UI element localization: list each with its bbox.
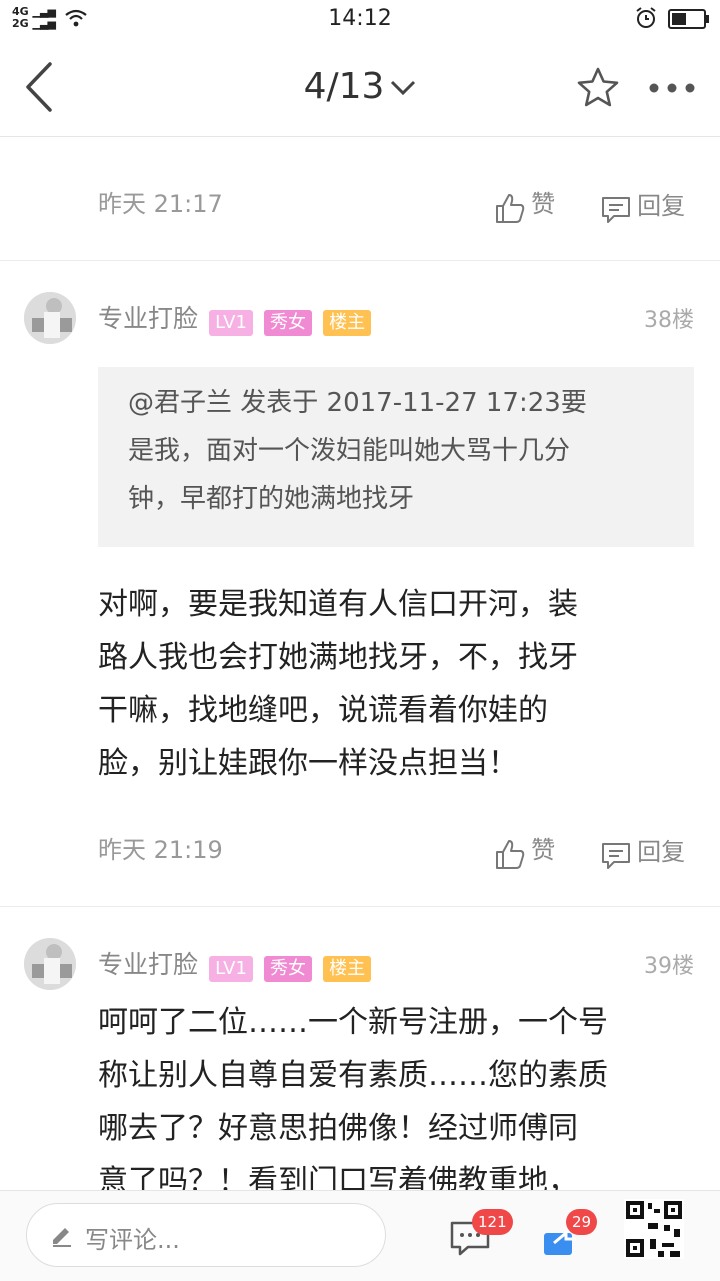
comment-placeholder: 写评论... <box>85 1226 180 1254</box>
comment-count-badge: 121 <box>472 1209 513 1235</box>
share-button[interactable]: 29 <box>540 1209 600 1265</box>
avatar[interactable] <box>24 292 76 344</box>
reply-button[interactable]: 回复 <box>600 186 685 226</box>
avatar-image <box>24 292 76 344</box>
alarm-icon <box>636 7 656 28</box>
like-label: 赞 <box>531 190 556 218</box>
like-button[interactable]: 赞 <box>494 830 555 870</box>
body-line: 对啊，要是我知道有人信口开河，装 <box>98 587 578 622</box>
body-line: 称让别人自尊自爱有素质……您的素质 <box>98 1058 608 1093</box>
level-badge: LV1 <box>209 309 253 336</box>
pencil-icon <box>53 1228 71 1247</box>
post-time: 昨天 21:17 <box>98 190 223 218</box>
page-counter-label: 4/13 <box>303 66 385 107</box>
quote-line: 是我，面对一个泼妇能叫她大骂十几分 <box>128 436 571 466</box>
status-time: 14:12 <box>328 6 392 31</box>
reply-label: 回复 <box>637 192 686 220</box>
nav-bar: 4/13 <box>0 38 720 137</box>
comments-button[interactable]: 121 <box>448 1209 513 1265</box>
like-label: 赞 <box>531 836 556 864</box>
floor-number: 39楼 <box>644 954 694 979</box>
op-badge: 楼主 <box>323 309 372 336</box>
username[interactable]: 专业打脸 <box>98 950 198 979</box>
op-badge: 楼主 <box>323 955 372 982</box>
bottom-bar: 写评论... 121 29 <box>0 1190 720 1281</box>
thumbs-up-icon <box>496 193 525 223</box>
avatar-image <box>24 938 76 990</box>
comment-icon <box>602 196 630 223</box>
qr-code-icon[interactable] <box>624 1199 684 1259</box>
title-badge: 秀女 <box>264 955 313 982</box>
level-badge: LV1 <box>209 955 253 982</box>
reply-button[interactable]: 回复 <box>600 832 685 872</box>
battery-icon <box>668 9 709 29</box>
user-row: 专业打脸 LV1 秀女 楼主 <box>98 299 372 336</box>
body-line: 路人我也会打她满地找牙，不，找牙 <box>98 640 578 675</box>
thumbs-up-icon <box>496 839 525 869</box>
comment-input[interactable]: 写评论... <box>26 1203 386 1267</box>
body-line: 哪去了？好意思拍佛像！经过师傅同 <box>98 1111 578 1146</box>
title-badge: 秀女 <box>264 309 313 336</box>
username[interactable]: 专业打脸 <box>98 304 198 333</box>
avatar[interactable] <box>24 938 76 990</box>
quoted-reply[interactable]: @君子兰 发表于 2017-11-27 17:23要 是我，面对一个泼妇能叫她大… <box>98 367 694 547</box>
quote-line: 钟，早都打的她满地找牙 <box>128 484 415 514</box>
divider <box>0 260 720 261</box>
quote-line: @君子兰 发表于 2017-11-27 17:23要 <box>128 388 587 418</box>
post-body: 呵呵了二位……一个新号注册，一个号 称让别人自尊自爱有素质……您的素质 哪去了？… <box>98 996 698 1208</box>
floor-number: 38楼 <box>644 308 694 333</box>
divider <box>0 906 720 907</box>
star-icon[interactable] <box>576 66 620 110</box>
more-options-icon[interactable] <box>648 82 696 94</box>
chevron-down-icon <box>391 80 416 96</box>
like-button[interactable]: 赞 <box>494 184 555 224</box>
user-row: 专业打脸 LV1 秀女 楼主 <box>98 945 372 982</box>
share-count-badge: 29 <box>566 1209 598 1235</box>
body-line: 脸，别让娃跟你一样没点担当！ <box>98 746 518 781</box>
comment-icon <box>602 842 630 869</box>
body-line: 呵呵了二位……一个新号注册，一个号 <box>98 1005 608 1040</box>
post-body: 对啊，要是我知道有人信口开河，装 路人我也会打她满地找牙，不，找牙 干嘛，找地缝… <box>98 578 698 790</box>
post-time: 昨天 21:19 <box>98 836 223 864</box>
status-bar: 4G ▁▃▅ 2G ▁▃▅ 14:12 <box>0 0 720 38</box>
body-line: 干嘛，找地缝吧，说谎看着你娃的 <box>98 693 548 728</box>
reply-label: 回复 <box>637 838 686 866</box>
